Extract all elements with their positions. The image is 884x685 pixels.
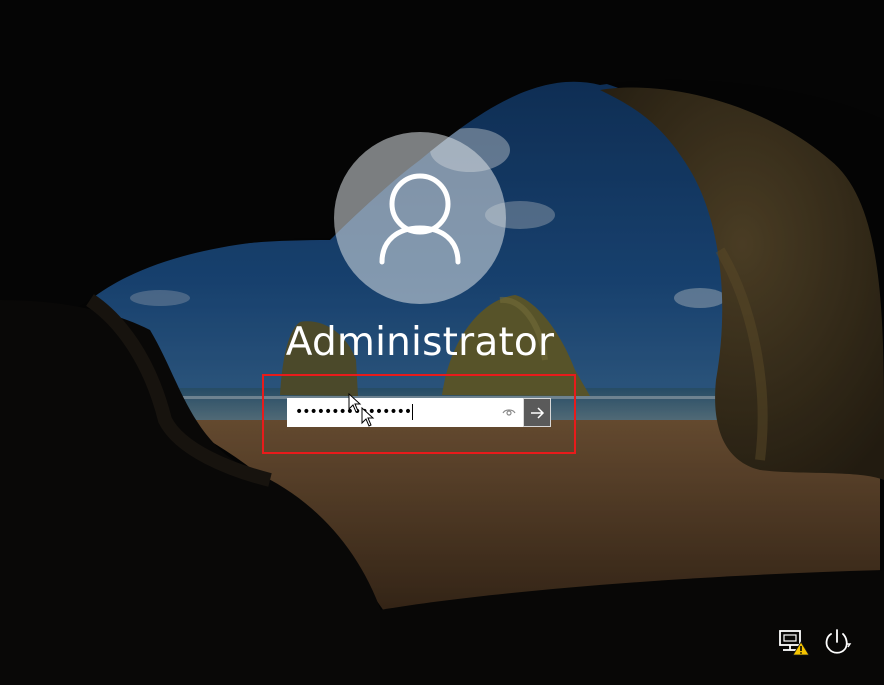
network-warning-icon[interactable] (778, 628, 810, 656)
user-silhouette-icon (379, 173, 461, 265)
power-icon[interactable] (822, 628, 852, 656)
password-input[interactable]: •••••••••••••••• (287, 398, 523, 427)
mouse-pointer-shadow-icon (361, 407, 375, 427)
arrow-right-icon (531, 407, 545, 419)
submit-button[interactable] (523, 398, 551, 427)
password-field-group: •••••••••••••••• (287, 398, 551, 427)
eye-icon[interactable] (501, 406, 517, 418)
username-label: Administrator (285, 320, 555, 365)
text-caret (412, 404, 414, 420)
user-avatar (334, 132, 506, 304)
mouse-pointer-icon (348, 393, 362, 413)
lock-screen: Administrator •••••••••••••••• (0, 0, 884, 685)
